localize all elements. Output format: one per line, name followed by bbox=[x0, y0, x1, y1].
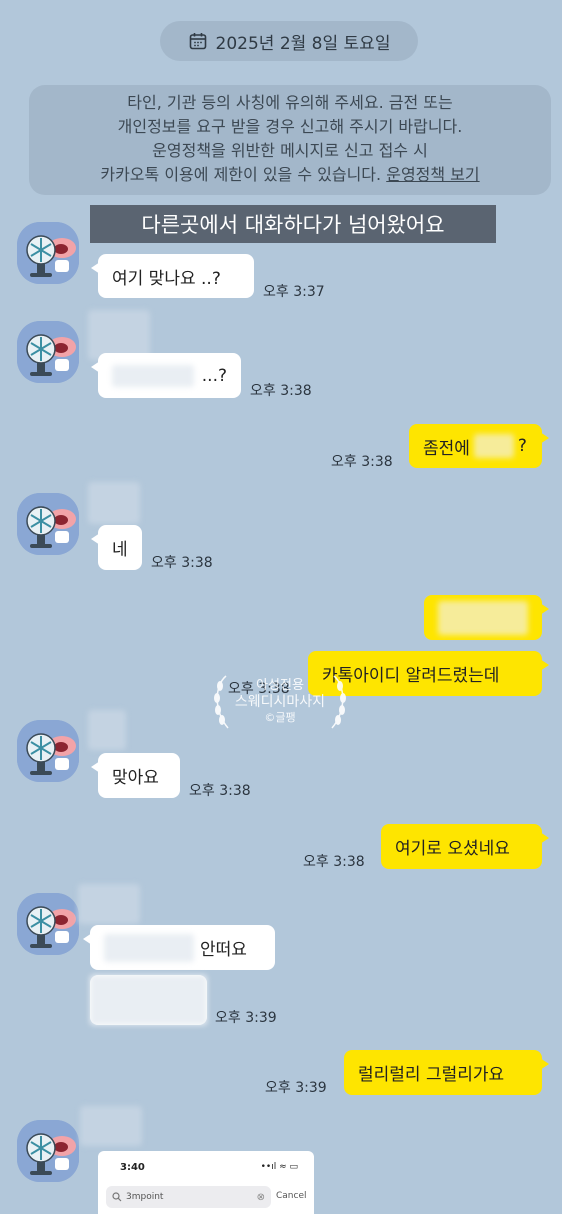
notice-line-4: 카카오톡 이용에 제한이 있을 수 있습니다. 운영정책 보기 bbox=[39, 163, 541, 187]
blurred-sender-name bbox=[88, 482, 140, 524]
outgoing-message[interactable] bbox=[424, 595, 549, 640]
message-time: 오후 3:39 bbox=[265, 1080, 327, 1096]
message-time: 오후 3:39 bbox=[215, 1010, 277, 1026]
blurred-text bbox=[90, 975, 207, 1025]
avatar[interactable] bbox=[17, 321, 79, 383]
clear-icon: ⊗ bbox=[256, 1191, 265, 1203]
message-text: ...? bbox=[201, 365, 227, 386]
fan-avatar-icon bbox=[17, 893, 79, 955]
fan-avatar-icon bbox=[17, 493, 79, 555]
incoming-message[interactable]: 안떠요 bbox=[83, 925, 275, 970]
screenshot-clock: 3:40 bbox=[120, 1162, 145, 1173]
incoming-message[interactable]: 여기 맞나요 ..? bbox=[91, 254, 254, 298]
incoming-message[interactable]: ...? bbox=[91, 353, 241, 398]
blurred-text bbox=[112, 364, 194, 387]
blurred-text bbox=[438, 600, 528, 635]
status-icons: ••ıl ≈ ▭ bbox=[260, 1162, 298, 1172]
message-time: 오후 3:38 bbox=[189, 783, 251, 799]
date-divider: 2025년 2월 8일 토요일 bbox=[160, 21, 418, 61]
message-time: 오후 3:37 bbox=[263, 284, 325, 300]
notice-line-1: 타인, 기관 등의 사칭에 유의해 주세요. 금전 또는 bbox=[127, 93, 453, 112]
message-time: 오후 3:38 bbox=[303, 854, 365, 870]
laurel-left-icon bbox=[214, 675, 229, 729]
message-text: 럴리럴리 그럴리가요 bbox=[358, 1065, 505, 1085]
blurred-text bbox=[473, 434, 514, 458]
blurred-text bbox=[104, 933, 194, 962]
date-label: 2025년 2월 8일 토요일 bbox=[215, 33, 391, 54]
fan-avatar-icon bbox=[17, 1120, 79, 1182]
incoming-blurred-message[interactable] bbox=[90, 975, 207, 1025]
calendar-icon bbox=[189, 33, 206, 50]
outgoing-message[interactable]: 좀전에 ? bbox=[409, 424, 549, 468]
screenshot-search-bar: 3mpoint ⊗ bbox=[106, 1186, 271, 1208]
message-text: 여기로 오셨네요 bbox=[395, 839, 510, 859]
message-text: 맞아요 bbox=[112, 768, 159, 788]
message-suffix: ? bbox=[517, 436, 527, 456]
safety-notice: 타인, 기관 등의 사칭에 유의해 주세요. 금전 또는 개인정보를 요구 받을… bbox=[29, 85, 551, 195]
screenshot-cancel: Cancel bbox=[276, 1191, 307, 1201]
incoming-message[interactable]: 맞아요 bbox=[91, 753, 180, 798]
message-text: 좀전에 bbox=[423, 438, 470, 459]
policy-link[interactable]: 운영정책 보기 bbox=[386, 165, 479, 184]
message-text: 네 bbox=[112, 540, 128, 560]
image-message[interactable]: 3:40 ••ıl ≈ ▭ 3mpoint ⊗ Cancel bbox=[98, 1151, 314, 1214]
message-time: 오후 3:38 bbox=[151, 555, 213, 571]
notice-line-3: 운영정책을 위반한 메시지로 신고 접수 시 bbox=[152, 141, 428, 160]
incoming-message[interactable]: 네 bbox=[91, 525, 142, 570]
avatar[interactable] bbox=[17, 1120, 79, 1182]
watermark: 아성전용 스웨디시마사지 ©글팽 bbox=[210, 672, 350, 742]
avatar[interactable] bbox=[17, 720, 79, 782]
message-text: 안떠요 bbox=[200, 940, 247, 960]
fan-avatar-icon bbox=[17, 321, 79, 383]
screenshot-status-bar: 3:40 ••ıl ≈ ▭ bbox=[98, 1151, 314, 1181]
search-icon bbox=[112, 1192, 122, 1202]
notice-line-2: 개인정보를 요구 받을 경우 신고해 주시기 바랍니다. bbox=[117, 117, 463, 136]
fan-avatar-icon bbox=[17, 222, 79, 284]
avatar[interactable] bbox=[17, 893, 79, 955]
message-time: 오후 3:38 bbox=[331, 454, 393, 470]
outgoing-message[interactable]: 여기로 오셨네요 bbox=[381, 824, 549, 869]
notice-line-4-text: 카카오톡 이용에 제한이 있을 수 있습니다. bbox=[100, 165, 382, 184]
screenshot-search-value: 3mpoint bbox=[126, 1192, 164, 1202]
blurred-sender-name bbox=[80, 1106, 142, 1146]
blurred-sender-name bbox=[78, 884, 140, 924]
caption-banner: 다른곳에서 대화하다가 넘어왔어요 bbox=[90, 205, 496, 243]
message-text: 여기 맞나요 ..? bbox=[112, 268, 221, 289]
outgoing-message[interactable]: 럴리럴리 그럴리가요 bbox=[344, 1050, 549, 1095]
fan-avatar-icon bbox=[17, 720, 79, 782]
avatar[interactable] bbox=[17, 493, 79, 555]
avatar[interactable] bbox=[17, 222, 79, 284]
blurred-sender-name bbox=[88, 710, 126, 750]
laurel-right-icon bbox=[331, 675, 346, 729]
message-time: 오후 3:38 bbox=[250, 383, 312, 399]
